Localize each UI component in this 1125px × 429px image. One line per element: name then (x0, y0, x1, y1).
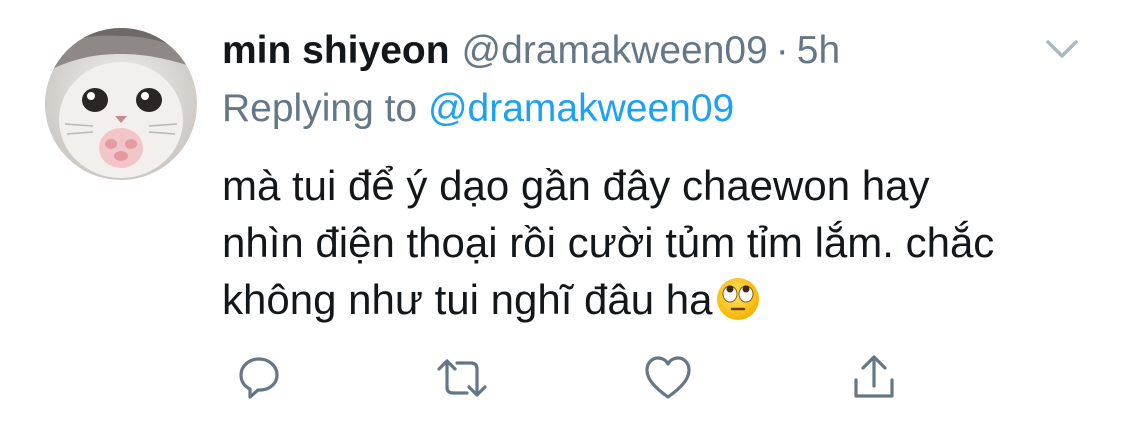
share-icon (854, 355, 894, 398)
face-with-rolling-eyes-icon (716, 278, 759, 320)
retweet-button[interactable] (434, 350, 490, 406)
share-button[interactable] (846, 350, 902, 406)
user-handle[interactable]: @dramakween09 (462, 28, 768, 74)
reply-button[interactable] (231, 350, 287, 406)
tweet-text-line-last: không như tui nghĩ đâu ha (222, 271, 1102, 328)
replying-to-label: Replying to (222, 87, 418, 130)
cat-avatar-image (45, 28, 197, 180)
tweet: min shiyeon @dramakween09 · 5h Replying … (0, 0, 1125, 429)
separator-dot: · (775, 29, 789, 72)
tweet-header: min shiyeon @dramakween09 · 5h (222, 28, 840, 74)
reply-icon (239, 357, 279, 399)
tweet-text-line: nhìn điện thoại rồi cười tủm tỉm lắm. ch… (222, 219, 995, 266)
retweet-icon (437, 359, 487, 397)
timestamp[interactable]: 5h (797, 28, 840, 74)
tweet-text: mà tui để ý dạo gần đây chaewon hay nhìn… (222, 157, 1102, 328)
display-name[interactable]: min shiyeon (222, 28, 450, 74)
replying-to: Replying to @dramakween09 (222, 86, 734, 132)
tweet-menu-button[interactable] (1038, 34, 1086, 64)
like-button[interactable] (640, 350, 696, 406)
chevron-down-icon (1046, 40, 1078, 58)
heart-icon (645, 356, 691, 399)
tweet-text-line-content: không như tui nghĩ đâu ha (222, 276, 713, 323)
replying-to-link[interactable]: @dramakween09 (428, 87, 734, 130)
tweet-actions (0, 350, 1125, 410)
tweet-text-line: mà tui để ý dạo gần đây chaewon hay (222, 162, 930, 209)
avatar[interactable] (45, 28, 197, 180)
